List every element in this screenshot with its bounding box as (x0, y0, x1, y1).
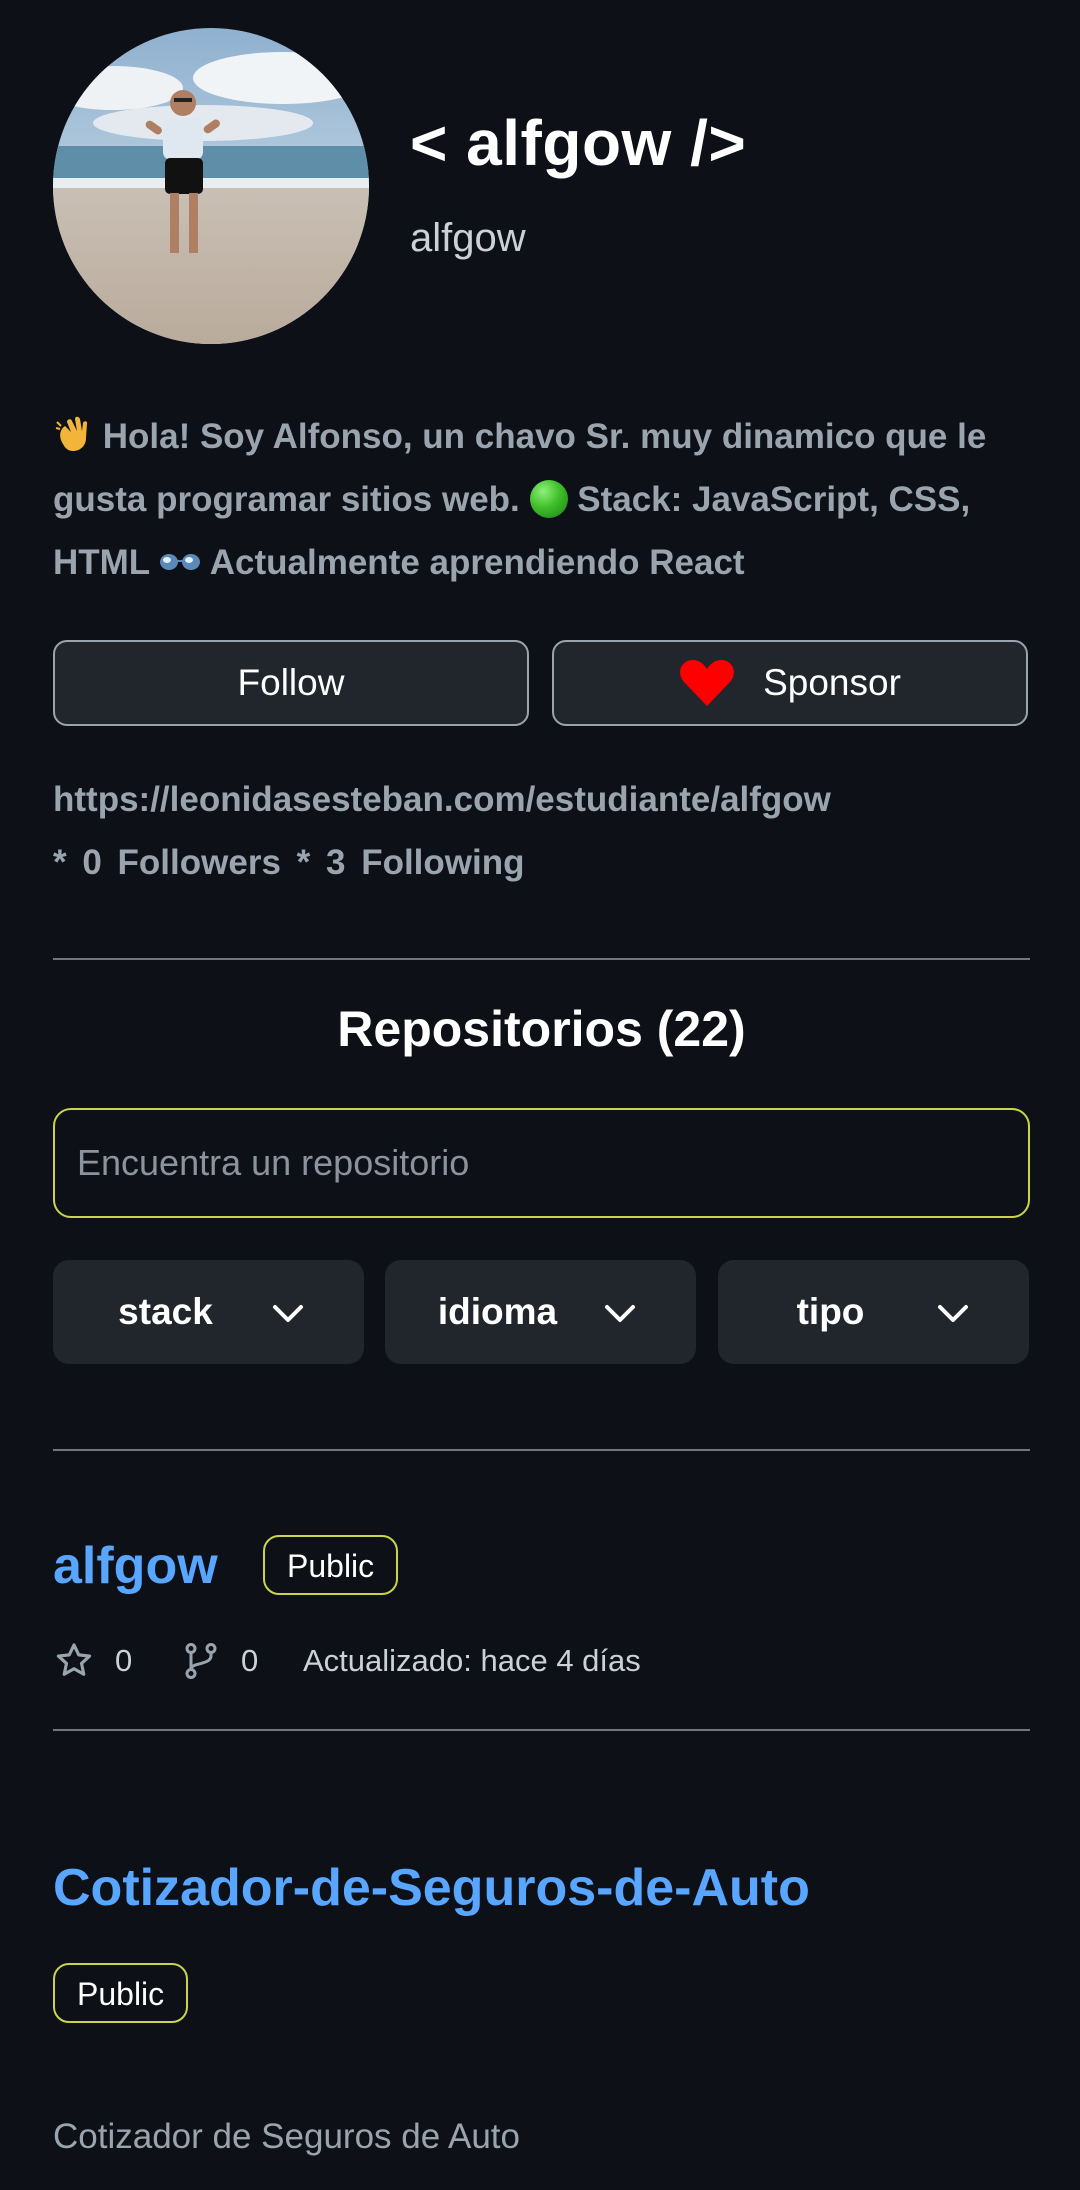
repositories-heading: Repositorios (22) (337, 1001, 746, 1057)
chevron-down-icon (938, 1305, 968, 1322)
followers-link[interactable]: Followers (118, 843, 281, 882)
bio-line-2a: gusta programar sitios web. (53, 480, 520, 519)
display-name: < alfgow /> (410, 107, 747, 179)
updated-text: Actualizado: hace 4 días (303, 1643, 641, 1678)
website-link[interactable]: https://leonidasesteban.com/estudiante/a… (53, 780, 831, 820)
chevron-down-icon (273, 1305, 303, 1322)
heart-icon (680, 660, 734, 706)
follow-button[interactable]: Follow (53, 640, 529, 726)
repo-description: Cotizador de Seguros de Auto (53, 2117, 520, 2156)
bio-line-2b: Stack: JavaScript, CSS, (577, 480, 971, 519)
filter-tipo-dropdown[interactable]: tipo (718, 1260, 1029, 1364)
sponsor-button[interactable]: Sponsor (552, 640, 1028, 726)
following-link[interactable]: Following (361, 843, 524, 882)
wave-icon (53, 416, 93, 456)
bio-line-3b: Actualmente aprendiendo React (209, 543, 745, 582)
repo-name-link[interactable]: alfgow (53, 1536, 218, 1596)
divider (53, 1729, 1030, 1731)
follow-label: Follow (237, 662, 345, 703)
fork-count: 0 (241, 1643, 259, 1678)
filter-label: idioma (437, 1291, 558, 1332)
green-circle-icon (529, 480, 568, 518)
fork-icon[interactable] (181, 1641, 221, 1681)
avatar[interactable] (53, 28, 369, 344)
filter-label: stack (118, 1291, 213, 1332)
repo-search-input[interactable] (53, 1108, 1030, 1218)
following-count: * 3 (296, 843, 346, 882)
username: alfgow (410, 216, 526, 260)
star-icon[interactable] (53, 1640, 95, 1682)
visibility-badge: Public (53, 1963, 189, 2023)
chevron-down-icon (605, 1305, 635, 1322)
repo-name-link[interactable]: Cotizador-de-Seguros-de-Auto (53, 1858, 810, 1918)
glasses-icon (159, 543, 201, 582)
profile-header: < alfgow /> alfgow (53, 28, 1030, 348)
filter-stack-dropdown[interactable]: stack (53, 1260, 364, 1364)
profile-bio: Hola! Soy Alfonso, un chavo Sr. muy dina… (53, 405, 1030, 594)
followers-count: * 0 (53, 843, 102, 882)
bio-line-3a: HTML (53, 543, 150, 582)
filter-idioma-dropdown[interactable]: idioma (385, 1260, 696, 1364)
follow-stats: * 0 Followers * 3 Following (53, 843, 525, 883)
visibility-badge: Public (263, 1535, 399, 1595)
sponsor-label: Sponsor (763, 662, 901, 703)
divider (53, 1449, 1030, 1451)
avatar-photo (53, 28, 369, 344)
divider (53, 958, 1030, 960)
repo-meta: 0 0 Actualizado: hace 4 días (53, 1640, 641, 1682)
filter-label: tipo (796, 1291, 865, 1332)
bio-line-1: Hola! Soy Alfonso, un chavo Sr. muy dina… (102, 417, 987, 456)
star-count: 0 (115, 1643, 133, 1678)
